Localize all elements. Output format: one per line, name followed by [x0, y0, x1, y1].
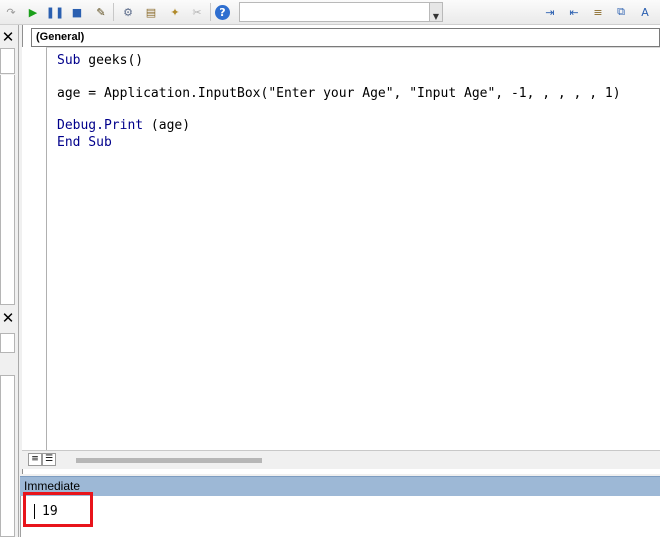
pause-icon[interactable]: ❚❚ [46, 3, 64, 21]
object-browser-icon[interactable]: ✦ [166, 3, 184, 21]
procedure-view-icon[interactable]: ≡ [28, 453, 42, 466]
code-editor[interactable]: Sub geeks() age = Application.InputBox("E… [46, 47, 660, 451]
properties-icon[interactable]: ▤ [142, 3, 160, 21]
code-line: Sub geeks() [57, 53, 143, 68]
code-keyword: Sub [57, 53, 81, 68]
project-explorer-icon[interactable]: ⚙ [119, 3, 137, 21]
full-module-view-icon[interactable]: ☰ [42, 453, 56, 466]
code-keyword: Debug.Print [57, 118, 144, 134]
toolbox-icon[interactable]: ✂ [188, 3, 206, 21]
code-keyword: End Sub [57, 134, 112, 150]
help-icon[interactable]: ? [215, 5, 230, 20]
combo-dropdown-icon[interactable]: ▼ [429, 3, 442, 21]
reset-icon[interactable]: ■ [68, 3, 86, 21]
location-combo[interactable]: ▼ [239, 2, 443, 22]
code-text: (age) [143, 118, 191, 134]
close-icon[interactable]: ✕ [0, 28, 16, 46]
immediate-window-title: Immediate [20, 476, 660, 496]
scrollbar-thumb[interactable] [76, 458, 262, 463]
properties-grid[interactable] [0, 375, 15, 537]
design-mode-icon[interactable]: ✎ [92, 3, 110, 21]
object-combo[interactable]: (General) [31, 28, 660, 47]
immediate-window[interactable]: 19 [20, 496, 660, 537]
highlight-annotation [23, 492, 93, 527]
standard-toolbar: ↷ ▶ ❚❚ ■ ✎ ⚙ ▤ ✦ ✂? ▼ ⇥ ⇤ ≡ ⧉ A [0, 0, 660, 25]
toolbar-separator [113, 3, 114, 21]
toolbar-separator [210, 3, 211, 21]
code-text: age = Application.InputBox("Enter your A… [57, 85, 621, 101]
horizontal-scrollbar[interactable]: ≡ ☰ [22, 450, 660, 469]
indent-icon[interactable]: ⇥ [541, 3, 559, 21]
toggle-breakpoint-icon[interactable]: ≡ [589, 3, 607, 21]
properties-combo[interactable] [0, 333, 15, 353]
close-icon[interactable]: ✕ [0, 309, 16, 327]
margin-indicator-bar[interactable] [22, 47, 46, 450]
complete-word-icon[interactable]: A [636, 3, 654, 21]
run-icon[interactable]: ▶ [24, 3, 42, 21]
code-line: age = Application.InputBox("Enter your A… [57, 86, 621, 101]
code-line: Debug.Print (age) [57, 118, 190, 133]
code-text: geeks() [80, 53, 144, 68]
project-explorer-pane[interactable] [0, 48, 15, 74]
redo-icon[interactable]: ↷ [2, 3, 20, 21]
project-explorer-tree[interactable] [0, 75, 15, 305]
comment-block-icon[interactable]: ⧉ [612, 3, 630, 21]
outdent-icon[interactable]: ⇤ [565, 3, 583, 21]
code-line: End Sub [57, 135, 112, 150]
left-docked-panel: ✕ ✕ [0, 25, 19, 537]
